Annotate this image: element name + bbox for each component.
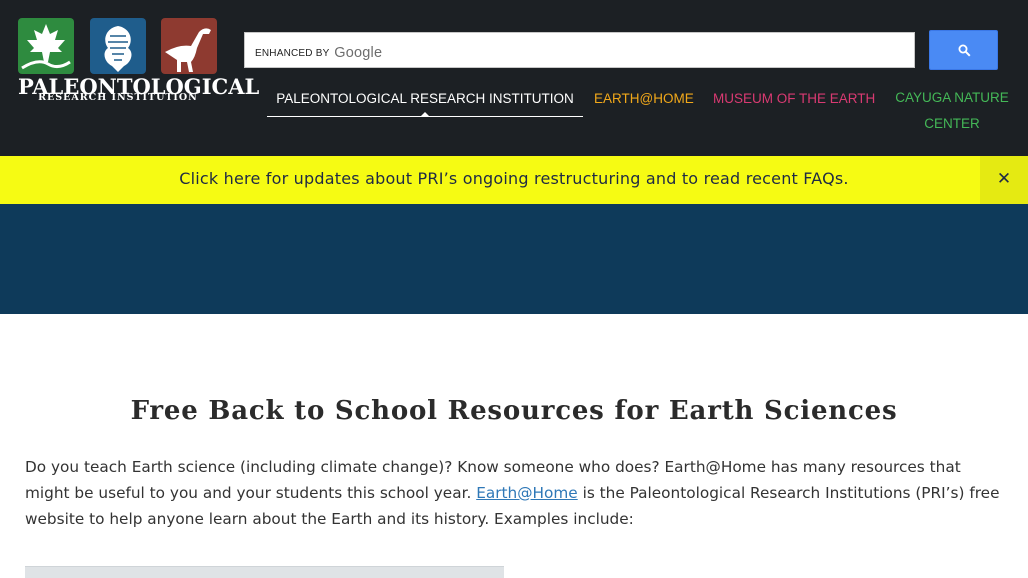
close-icon[interactable]: ✕	[980, 156, 1028, 204]
page-title: Free Back to School Resources for Earth …	[130, 396, 898, 426]
resource-image	[25, 566, 504, 578]
earth-at-home-link[interactable]: Earth@Home	[476, 484, 578, 502]
banner-link[interactable]: Click here for updates about PRI’s ongoi…	[0, 169, 1028, 188]
search-input[interactable]: ENHANCED BY Google	[244, 32, 915, 68]
site-header: PALEONTOLOGICAL RESEARCH INSTITUTION ENH…	[0, 0, 1028, 156]
nav-item-pri[interactable]: PALEONTOLOGICAL RESEARCH INSTITUTION	[267, 88, 583, 117]
search-branding: ENHANCED BY Google	[255, 45, 383, 61]
hero-band	[0, 204, 1028, 314]
search-icon	[958, 44, 971, 57]
logo-subtitle: RESEARCH INSTITUTION	[38, 92, 198, 103]
shell-icon	[90, 18, 146, 74]
nav-item-earth-at-home[interactable]: EARTH@HOME	[594, 88, 694, 109]
pri-logo[interactable]: PALEONTOLOGICAL RESEARCH INSTITUTION	[18, 18, 259, 103]
maple-leaf-icon	[18, 18, 74, 74]
nav-item-cayuga-nature-center[interactable]: CAYUGA NATURE CENTER	[893, 85, 1011, 137]
active-caret-icon	[420, 112, 430, 117]
announcement-banner[interactable]: Click here for updates about PRI’s ongoi…	[0, 156, 1028, 204]
nav-item-museum-of-the-earth[interactable]: MUSEUM OF THE EARTH	[713, 88, 875, 109]
dinosaur-icon	[161, 18, 217, 74]
intro-paragraph: Do you teach Earth science (including cl…	[25, 458, 1000, 528]
search-button[interactable]	[929, 30, 998, 70]
